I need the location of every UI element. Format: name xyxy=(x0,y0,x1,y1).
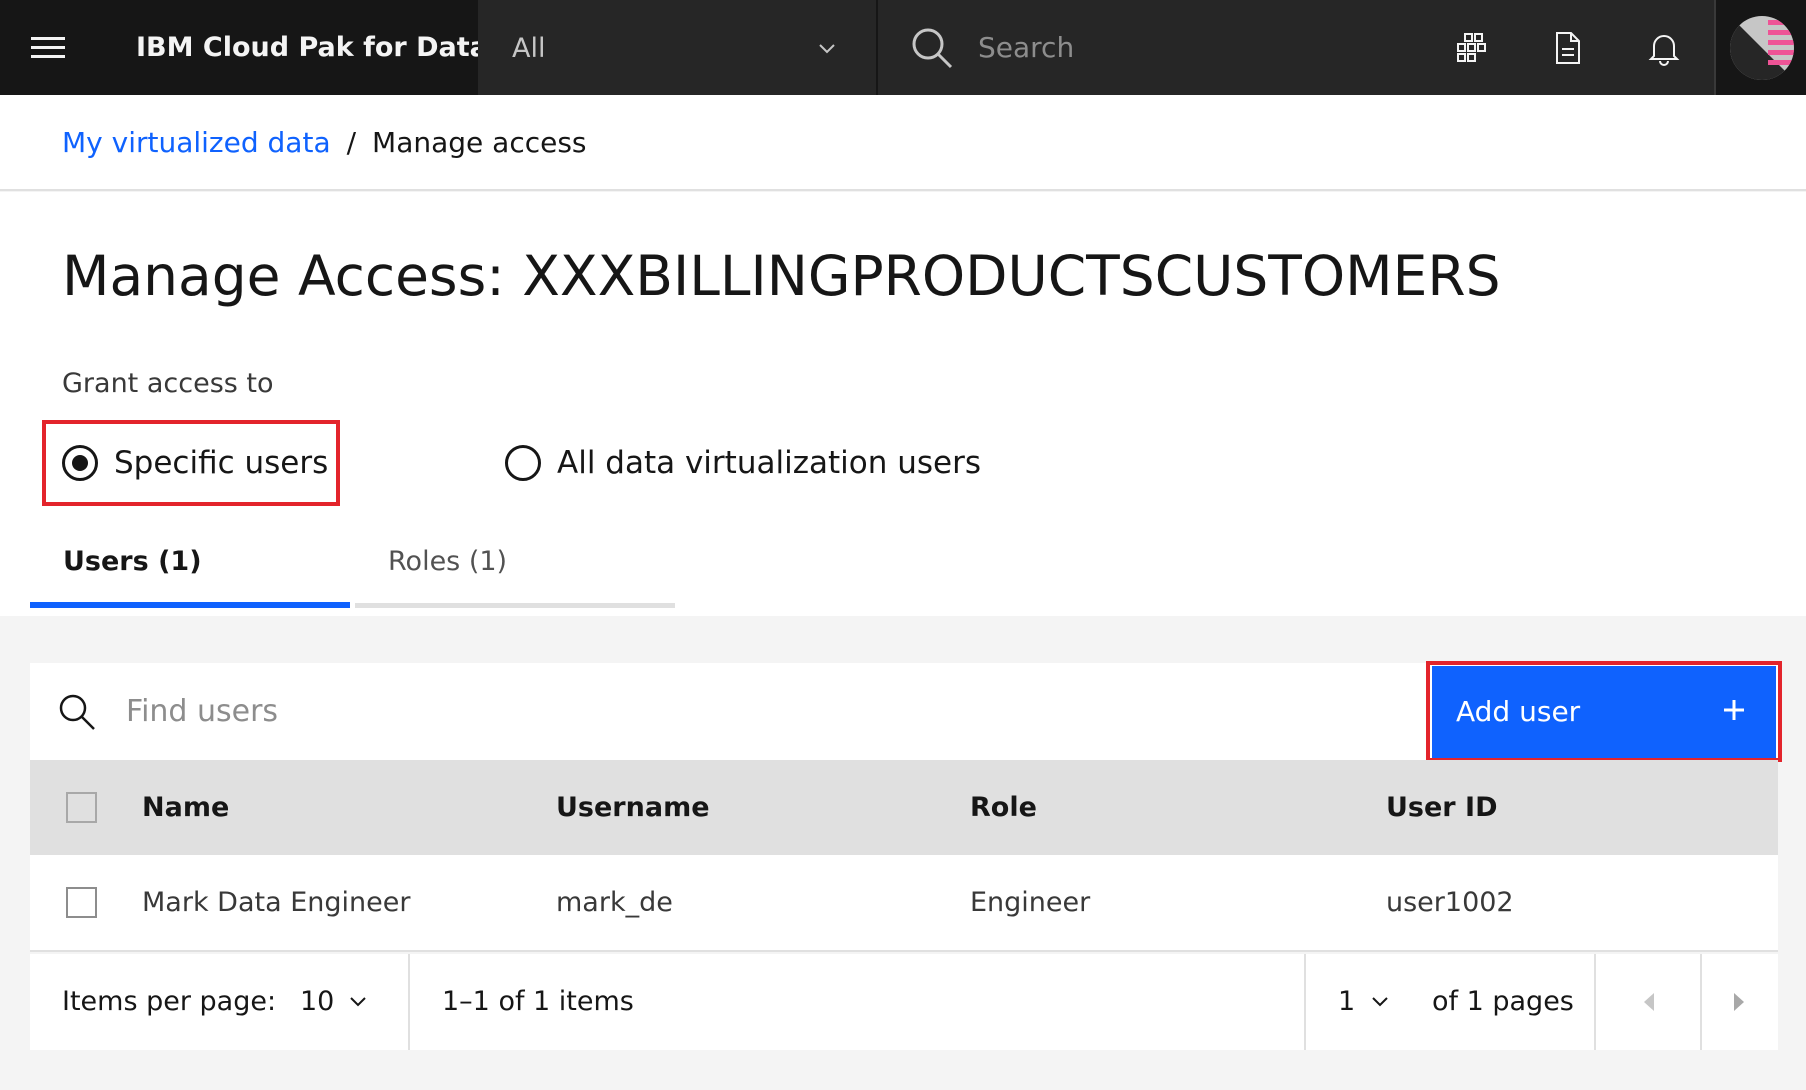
tab-label: Users (1) xyxy=(63,546,202,577)
column-header-role[interactable]: Role xyxy=(970,760,1037,855)
radio-button[interactable] xyxy=(505,445,541,481)
chevron-down-icon[interactable] xyxy=(1372,996,1388,1008)
next-page-button[interactable] xyxy=(1702,954,1778,1050)
user-profile-button[interactable] xyxy=(1714,0,1806,95)
cell-role: Engineer xyxy=(970,887,1091,918)
highlight-annotation xyxy=(42,420,340,506)
tab-roles[interactable]: Roles (1) xyxy=(355,522,675,608)
context-select[interactable]: All xyxy=(478,0,877,95)
breadcrumb: My virtualized data / Manage access xyxy=(62,95,587,191)
range-section: 1–1 of 1 items xyxy=(410,954,1306,1050)
avatar xyxy=(1730,16,1794,80)
find-users-input[interactable]: Find users xyxy=(126,663,278,760)
breadcrumb-link-my-virtualized-data[interactable]: My virtualized data xyxy=(62,126,331,159)
avatar-icon xyxy=(1730,16,1794,80)
row-checkbox[interactable] xyxy=(66,887,97,918)
search-icon xyxy=(912,28,953,69)
main-content: Manage Access: XXXBILLINGPRODUCTSCUSTOME… xyxy=(0,192,1806,616)
highlight-annotation xyxy=(1426,661,1782,762)
top-navigation-bar: IBM Cloud Pak for Data All Search xyxy=(0,0,1806,95)
header-actions xyxy=(1424,0,1714,95)
cell-user-id: user1002 xyxy=(1386,887,1514,918)
documents-button[interactable] xyxy=(1520,0,1616,95)
cell-username: mark_de xyxy=(556,887,673,918)
items-range-text: 1–1 of 1 items xyxy=(442,986,634,1017)
items-per-page-section: Items per page: 10 xyxy=(30,954,410,1050)
product-name[interactable]: IBM Cloud Pak for Data xyxy=(136,0,488,95)
page-select[interactable]: 1 xyxy=(1338,954,1355,1050)
pagination: Items per page: 10 1–1 of 1 items 1 of 1… xyxy=(30,954,1778,1050)
breadcrumb-separator: / xyxy=(346,126,357,159)
caret-left-icon xyxy=(1644,993,1654,1011)
table-row: Mark Data Engineer mark_de Engineer user… xyxy=(30,855,1778,952)
hamburger-icon xyxy=(30,36,65,59)
column-header-username[interactable]: Username xyxy=(556,760,710,855)
page-total-text: of 1 pages xyxy=(1432,986,1574,1017)
document-icon xyxy=(1556,31,1580,64)
radio-all-dv-users[interactable]: All data virtualization users xyxy=(505,445,981,481)
select-all-checkbox[interactable] xyxy=(66,792,97,823)
items-per-page-label: Items per page: xyxy=(62,986,277,1017)
search-icon xyxy=(59,694,95,730)
page-title: Manage Access: XXXBILLINGPRODUCTSCUSTOME… xyxy=(62,244,1501,308)
radio-label: All data virtualization users xyxy=(557,445,981,481)
cell-name: Mark Data Engineer xyxy=(142,887,411,918)
context-select-value: All xyxy=(512,33,546,64)
table-header: Name Username Role User ID xyxy=(30,760,1778,855)
menu-button[interactable] xyxy=(0,0,95,95)
app-switcher-button[interactable] xyxy=(1424,0,1520,95)
column-header-name[interactable]: Name xyxy=(142,760,229,855)
caret-right-icon xyxy=(1734,993,1744,1011)
page-select-section: 1 of 1 pages xyxy=(1306,954,1596,1050)
search-placeholder: Search xyxy=(978,31,1075,64)
tab-users[interactable]: Users (1) xyxy=(30,522,350,608)
breadcrumb-current: Manage access xyxy=(372,126,587,159)
bell-icon xyxy=(1648,34,1680,66)
grid-icon xyxy=(1457,32,1486,62)
breadcrumb-bar: My virtualized data / Manage access xyxy=(0,95,1806,191)
tab-label: Roles (1) xyxy=(388,546,508,577)
column-header-user-id[interactable]: User ID xyxy=(1386,760,1497,855)
chevron-down-icon[interactable] xyxy=(350,996,366,1008)
previous-page-button[interactable] xyxy=(1596,954,1702,1050)
global-search[interactable]: Search xyxy=(878,0,1424,95)
items-per-page-select[interactable]: 10 xyxy=(300,954,334,1050)
grant-access-label: Grant access to xyxy=(62,368,274,399)
chevron-down-icon xyxy=(819,44,835,54)
notifications-button[interactable] xyxy=(1616,0,1712,95)
